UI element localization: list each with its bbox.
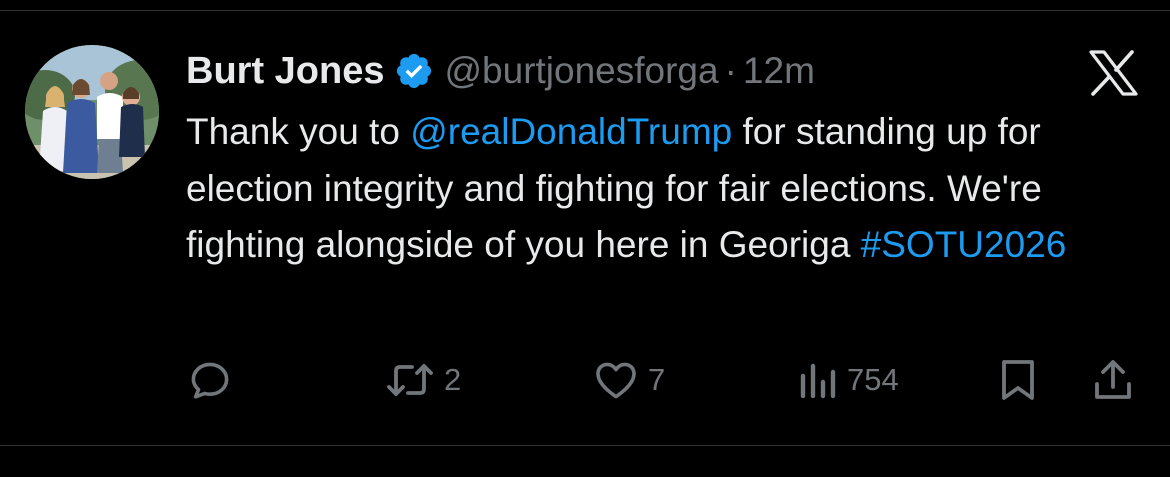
tweet-text-part: Thank you to <box>186 111 411 152</box>
top-divider <box>0 10 1170 11</box>
bottom-divider <box>0 445 1170 446</box>
timestamp[interactable]: 12m <box>743 50 815 92</box>
reply-icon <box>191 362 229 399</box>
hashtag-link[interactable]: #SOTU2026 <box>861 224 1067 265</box>
views-button[interactable]: 754 <box>797 355 899 405</box>
verified-badge-icon <box>394 51 434 91</box>
avatar-photo <box>25 45 159 179</box>
x-logo-icon <box>1087 50 1139 96</box>
tweet-text: Thank you to @realDonaldTrump for standi… <box>186 104 1136 274</box>
retweet-count: 2 <box>444 362 462 397</box>
bookmark-button[interactable] <box>996 355 1040 405</box>
heart-icon <box>596 362 636 399</box>
tweet-header: Burt Jones @burtjonesforga · 12m <box>186 46 815 96</box>
analytics-icon <box>800 363 836 399</box>
avatar[interactable] <box>25 45 159 179</box>
retweet-button[interactable]: 2 <box>384 355 461 405</box>
share-button[interactable] <box>1090 355 1136 405</box>
like-count: 7 <box>648 362 666 397</box>
reply-button[interactable] <box>186 355 234 405</box>
separator-dot: · <box>724 50 737 91</box>
retweet-icon <box>387 364 433 396</box>
bookmark-icon <box>1002 360 1034 400</box>
like-button[interactable]: 7 <box>592 355 665 405</box>
mention-link[interactable]: @realDonaldTrump <box>410 111 732 152</box>
share-icon <box>1095 360 1131 399</box>
user-handle[interactable]: @burtjonesforga <box>444 50 718 92</box>
display-name[interactable]: Burt Jones <box>186 50 384 93</box>
views-count: 754 <box>847 362 899 397</box>
